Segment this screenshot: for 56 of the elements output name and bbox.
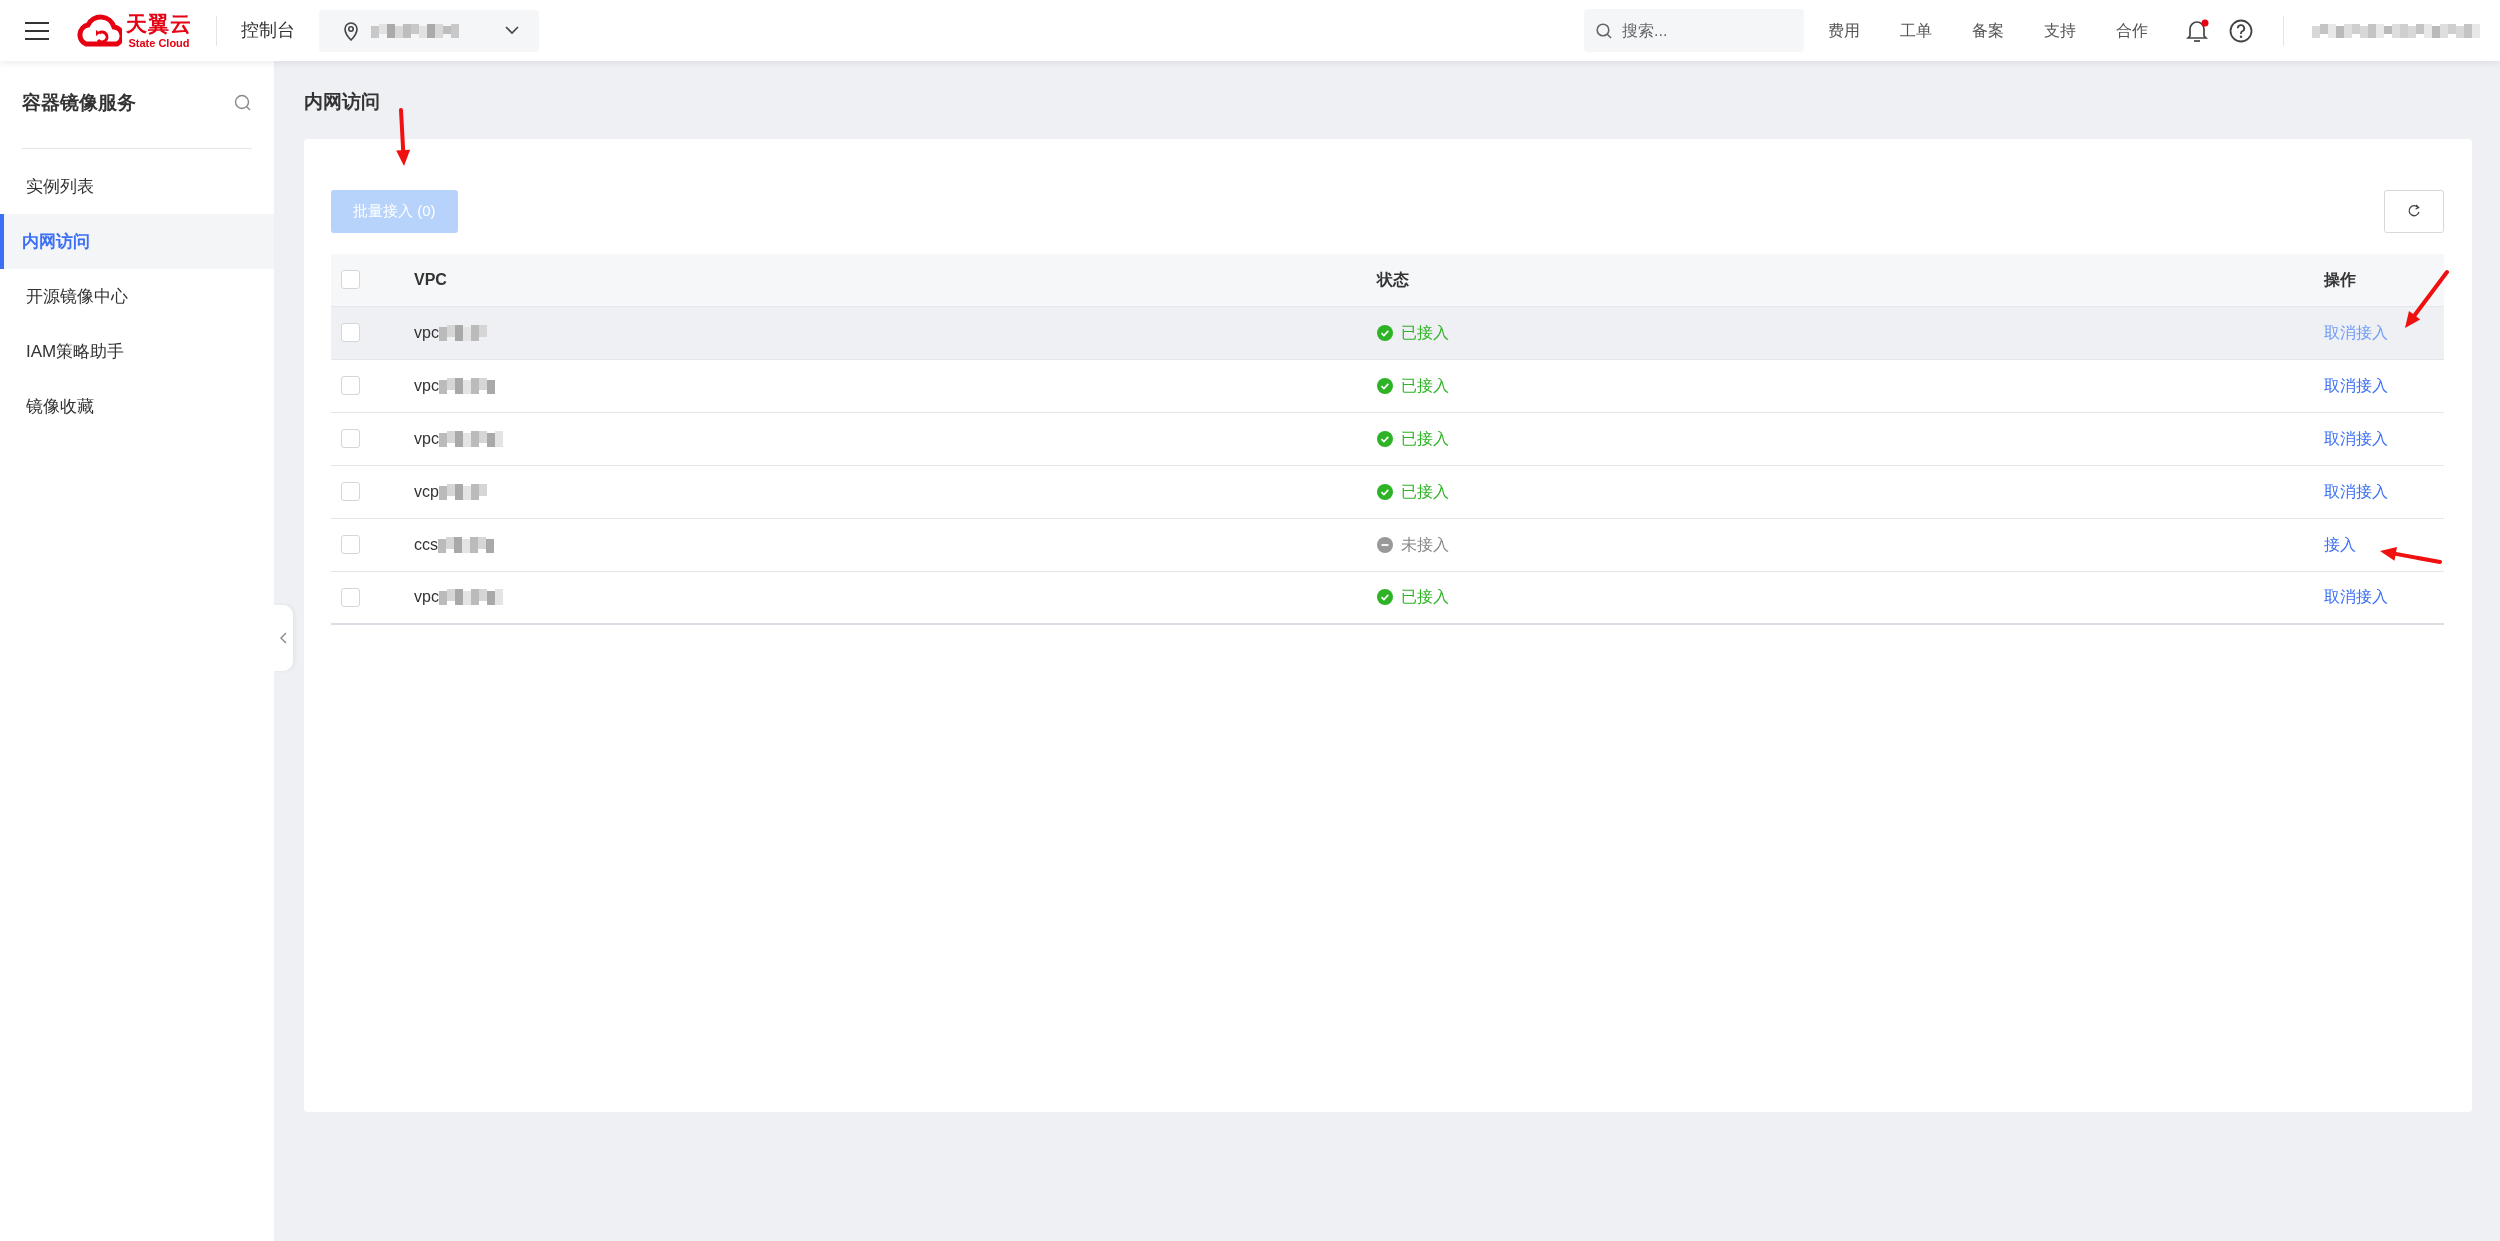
- collapse-handle[interactable]: [274, 605, 293, 671]
- sidebar-item[interactable]: 镜像收藏: [0, 378, 274, 434]
- vpc-name: vpc: [414, 375, 439, 396]
- vpc-name: vpc: [414, 322, 439, 343]
- sidebar-title: 容器镜像服务: [22, 91, 136, 115]
- row-checkbox[interactable]: [341, 323, 360, 343]
- vpc-name: vcp: [414, 481, 439, 502]
- sidebar-item[interactable]: 实例列表: [0, 158, 274, 214]
- status-text: 已接入: [1401, 587, 1449, 608]
- action-link[interactable]: 接入: [2324, 535, 2356, 553]
- nav-link[interactable]: 工单: [1900, 18, 1932, 43]
- region-selector[interactable]: [319, 9, 539, 52]
- search-field[interactable]: 搜索...: [1584, 9, 1804, 52]
- status-text: 已接入: [1401, 481, 1449, 502]
- sidebar-item[interactable]: 开源镜像中心: [0, 268, 274, 324]
- vpc-name: vpc: [414, 587, 439, 608]
- status-text: 已接入: [1401, 375, 1449, 396]
- caret-icon: [505, 26, 519, 35]
- action-link[interactable]: 取消接入: [2324, 429, 2388, 447]
- row-checkbox[interactable]: [341, 429, 360, 449]
- row-checkbox[interactable]: [341, 535, 360, 555]
- cloud-logo-icon: [74, 13, 122, 48]
- nav-link[interactable]: 合作: [2116, 18, 2148, 43]
- menu-icon[interactable]: [24, 20, 50, 41]
- status-text: 未接入: [1401, 534, 1449, 555]
- location-pin-icon: [343, 20, 359, 41]
- action-link[interactable]: 取消接入: [2324, 376, 2388, 394]
- nav-link[interactable]: 支持: [2044, 18, 2076, 43]
- help-icon[interactable]: [2229, 18, 2253, 43]
- vpc-name: vpc: [414, 428, 439, 449]
- vpc-name: ccs: [414, 534, 438, 555]
- action-link[interactable]: 取消接入: [2324, 482, 2388, 500]
- sidebar-item[interactable]: 内网访问: [0, 213, 274, 269]
- search-icon: [1596, 23, 1612, 39]
- console-title: 控制台: [241, 19, 295, 42]
- row-checkbox[interactable]: [341, 587, 360, 607]
- nav-link[interactable]: 费用: [1828, 18, 1860, 43]
- sidebar-item[interactable]: IAM策略助手: [0, 323, 274, 379]
- bell-icon[interactable]: [2186, 18, 2209, 43]
- row-checkbox[interactable]: [341, 376, 360, 396]
- row-checkbox[interactable]: [341, 482, 360, 502]
- logo-name: 天翼云: [126, 12, 192, 34]
- column-header: 状态: [1377, 270, 1409, 288]
- column-header: VPC: [414, 270, 447, 288]
- refresh-button[interactable]: [2384, 189, 2444, 233]
- chevron-left-icon: [279, 632, 288, 644]
- nav-link[interactable]: 备案: [1972, 18, 2004, 43]
- logo-tagline: State Cloud: [128, 37, 190, 49]
- column-header: 操作: [2324, 270, 2356, 288]
- refresh-icon: [2407, 204, 2421, 219]
- page-title: 内网访问: [304, 91, 381, 114]
- status-text: 已接入: [1401, 428, 1449, 449]
- status-text: 已接入: [1401, 322, 1449, 343]
- action-link[interactable]: 取消接入: [2324, 588, 2388, 606]
- search-icon[interactable]: [234, 94, 252, 113]
- select-all-checkbox[interactable]: [341, 270, 360, 290]
